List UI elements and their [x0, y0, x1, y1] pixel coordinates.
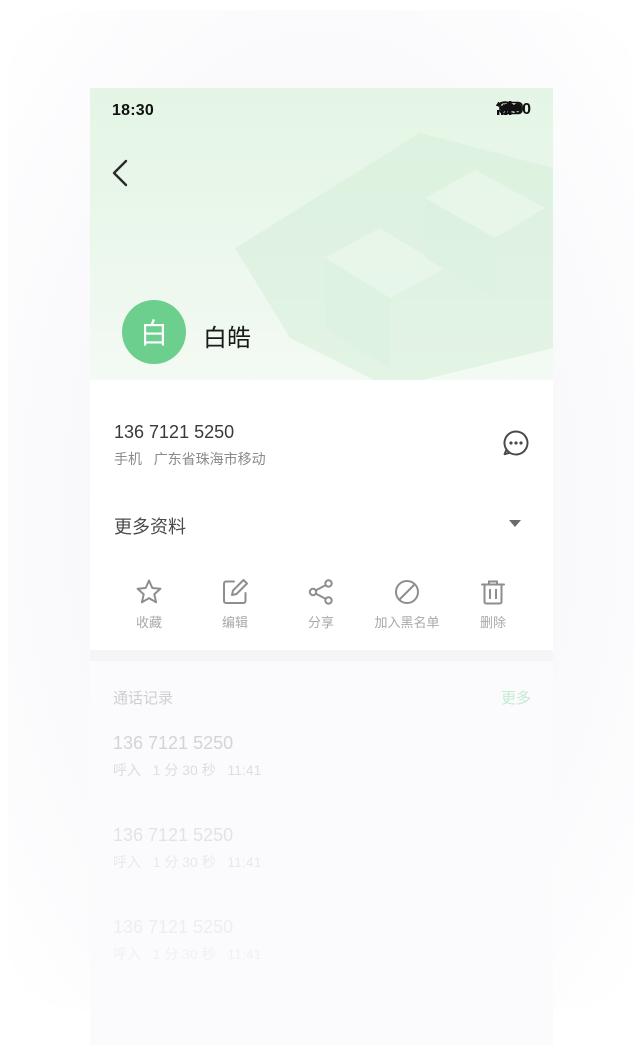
edit-button[interactable]: 编辑: [192, 578, 278, 638]
status-bar: 18:30 4G: [90, 88, 553, 134]
log-duration: 1 分 30 秒: [152, 854, 216, 870]
message-button[interactable]: [501, 428, 531, 458]
list-item[interactable]: 136 7121 5250 呼入 1 分 30 秒 11:41: [113, 825, 261, 872]
phone-number[interactable]: 136 7121 5250: [114, 422, 234, 443]
phone-location: 广东省珠海市移动: [153, 451, 266, 467]
log-meta: 呼入 1 分 30 秒 11:41: [113, 852, 261, 872]
edit-icon: [223, 579, 248, 604]
trash-icon: [481, 580, 505, 605]
list-item[interactable]: 136 7121 5250 呼入 1 分 30 秒 11:41: [113, 917, 261, 964]
call-log-card: 通话记录 更多 136 7121 5250 呼入 1 分 30 秒 11:41 …: [90, 661, 553, 1045]
phone-type: 手机: [114, 451, 142, 467]
block-label: 加入黑名单: [374, 615, 440, 630]
log-direction: 呼入: [113, 946, 141, 962]
delete-button[interactable]: 删除: [450, 578, 536, 638]
chevron-down-icon[interactable]: [509, 520, 521, 528]
back-button[interactable]: [106, 156, 136, 190]
share-icon: [308, 579, 333, 605]
call-log-title: 通话记录: [113, 690, 174, 707]
block-icon: [395, 580, 419, 604]
log-number: 136 7121 5250: [113, 733, 234, 753]
action-bar: 收藏 编辑 分享 加入黑名单 删除: [106, 578, 536, 638]
call-log-more-link[interactable]: 更多: [501, 687, 531, 708]
log-meta: 呼入 1 分 30 秒 11:41: [113, 760, 261, 780]
block-button[interactable]: 加入黑名单: [364, 578, 450, 638]
contact-header: 18:30 4G 白 白皓: [90, 88, 553, 388]
message-icon: [503, 430, 529, 456]
favorite-label: 收藏: [135, 615, 162, 630]
log-direction: 呼入: [113, 762, 141, 778]
favorite-button[interactable]: 收藏: [106, 578, 192, 638]
log-duration: 1 分 30 秒: [152, 762, 216, 778]
log-time: 11:41: [227, 762, 262, 778]
star-icon: [136, 579, 162, 604]
status-icons: 4G 100: [496, 101, 531, 119]
edit-label: 编辑: [221, 615, 248, 630]
share-button[interactable]: 分享: [278, 578, 364, 638]
phone-meta: 手机 广东省珠海市移动: [114, 449, 266, 469]
share-label: 分享: [307, 615, 334, 630]
log-time: 11:41: [227, 854, 262, 870]
status-time: 18:30: [112, 102, 154, 119]
avatar: 白: [122, 300, 186, 364]
log-meta: 呼入 1 分 30 秒 11:41: [113, 944, 261, 964]
phone-screen: 18:30 4G 白 白皓 136 7121 5250 手机 广东省珠海市移动 …: [90, 88, 553, 1045]
more-info-toggle[interactable]: 更多资料: [114, 513, 186, 539]
log-time: 11:41: [227, 946, 262, 962]
battery-icon: [499, 101, 525, 115]
log-direction: 呼入: [113, 854, 141, 870]
list-item[interactable]: 136 7121 5250 呼入 1 分 30 秒 11:41: [113, 733, 261, 780]
contact-details-card: 136 7121 5250 手机 广东省珠海市移动 更多资料 收藏 编辑 分享 …: [90, 380, 553, 650]
log-number: 136 7121 5250: [113, 917, 234, 937]
log-number: 136 7121 5250: [113, 825, 234, 845]
delete-label: 删除: [479, 615, 506, 630]
contact-name: 白皓: [203, 325, 251, 352]
log-duration: 1 分 30 秒: [152, 946, 216, 962]
chevron-left-icon: [112, 159, 128, 187]
